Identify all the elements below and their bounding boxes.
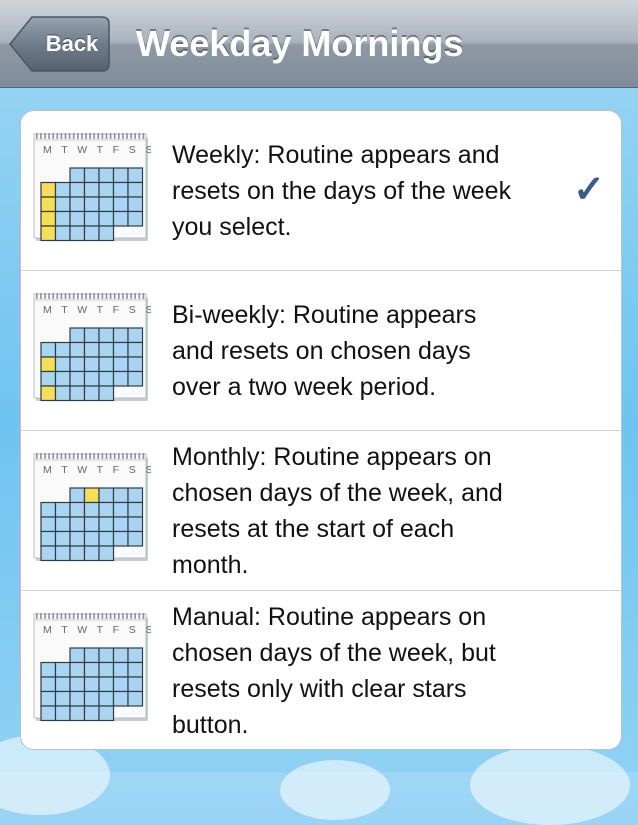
option-description-line: Monthly: Routine appears on [172, 442, 492, 471]
option-description-line: month. [172, 550, 249, 579]
calendar-day-letters: M T W T F S S [43, 464, 151, 476]
calendar-day-letters: M T W T F S S [43, 304, 151, 316]
option-description-line: Bi-weekly: Routine appears [172, 300, 477, 329]
calendar-icon-wrapper: M T W T F S S [33, 453, 152, 568]
calendar-icon: M T W T F S S [33, 613, 152, 722]
option-description-line: and resets on chosen days [172, 336, 471, 365]
option-row[interactable]: M T W T F S S Manual: Routine appears on c… [21, 591, 621, 749]
page-title: Weekday Mornings [136, 23, 464, 64]
option-row[interactable]: M T W T F S S Weekly: Routine appears and… [21, 111, 621, 271]
reset-options-list: M T W T F S S Weekly: Routine appears and… [20, 110, 622, 750]
navigation-bar: Back Weekday Mornings [0, 0, 638, 88]
option-description-line: over a two week period. [172, 372, 437, 401]
option-description-line: you select. [172, 212, 292, 241]
option-row[interactable]: M T W T F S S Monthly: Routine appears on… [21, 431, 621, 591]
calendar-icon-wrapper: M T W T F S S [33, 293, 152, 408]
calendar-day-letters: M T W T F S S [43, 144, 151, 156]
option-description-line: Manual: Routine appears on [172, 602, 487, 631]
option-description: Monthly: Routine appears on chosen days o… [172, 439, 572, 583]
option-description-line: resets at the start of each [172, 514, 455, 543]
calendar-icon: M T W T F S S [33, 293, 152, 402]
option-description-line: chosen days of the week, and [172, 478, 503, 507]
option-description-line: chosen days of the week, but [172, 638, 496, 667]
calendar-icon-wrapper: M T W T F S S [33, 613, 152, 728]
calendar-icon-wrapper: M T W T F S S [33, 133, 152, 248]
background-cloud [470, 745, 630, 825]
checkmark-icon: ✓ [573, 169, 605, 211]
option-row[interactable]: M T W T F S S Bi-weekly: Routine appears a… [21, 271, 621, 431]
option-description: Weekly: Routine appears and resets on the… [172, 137, 572, 245]
calendar-icon: M T W T F S S [33, 453, 152, 562]
back-button[interactable]: Back [8, 16, 110, 72]
background-cloud [280, 760, 390, 820]
calendar-icon: M T W T F S S [33, 133, 152, 242]
option-description-line: Weekly: Routine appears and [172, 140, 500, 169]
option-description: Manual: Routine appears on chosen days of… [172, 599, 572, 743]
option-description-line: resets only with clear stars [172, 674, 467, 703]
option-description-line: resets on the days of the week [172, 176, 512, 205]
calendar-day-letters: M T W T F S S [43, 624, 151, 636]
back-button-label: Back [45, 31, 99, 56]
option-description-line: button. [172, 710, 249, 739]
option-description: Bi-weekly: Routine appears and resets on … [172, 297, 572, 405]
